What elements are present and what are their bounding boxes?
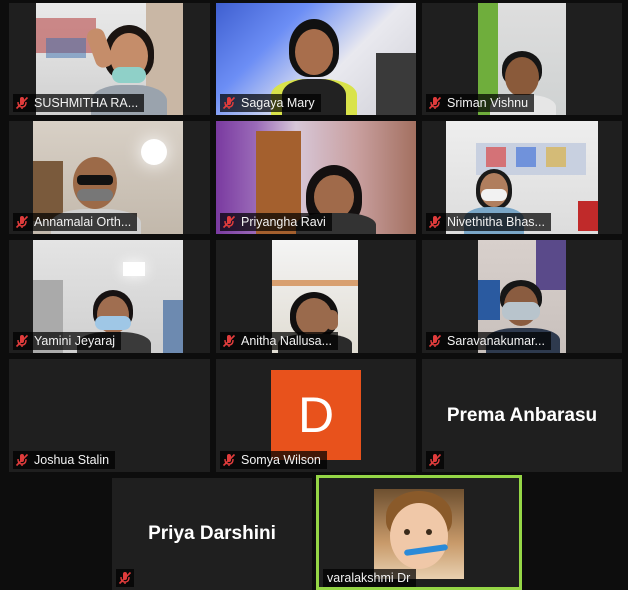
participant-tile[interactable]: Joshua Stalin: [9, 359, 210, 472]
participant-tile[interactable]: Annamalai Orth...: [9, 121, 210, 234]
participant-nameplate: Nivethitha Bhas...: [426, 213, 551, 231]
participant-name: SUSHMITHA RA...: [34, 96, 139, 110]
microphone-muted-icon: [222, 453, 236, 467]
participant-nameplate: Priyangha Ravi: [220, 213, 332, 231]
participant-nameplate: Anitha Nallusa...: [220, 332, 339, 350]
participant-name: Saravanakumar...: [447, 334, 545, 348]
avatar: D: [271, 370, 361, 460]
profile-picture: [374, 489, 464, 579]
participant-nameplate: Joshua Stalin: [13, 451, 116, 469]
participant-name: Nivethitha Bhas...: [447, 215, 545, 229]
microphone-muted-icon: [222, 215, 236, 229]
participant-tile-active-speaker[interactable]: varalakshmi Dr: [316, 475, 522, 590]
microphone-muted-icon: [222, 334, 236, 348]
participant-display-name: Priya Darshini: [148, 523, 276, 544]
participant-name: Priyangha Ravi: [241, 215, 326, 229]
participant-nameplate: [426, 451, 444, 469]
participant-nameplate: varalakshmi Dr: [323, 569, 417, 587]
participant-nameplate: SUSHMITHA RA...: [13, 94, 145, 112]
participant-tile[interactable]: Nivethitha Bhas...: [422, 121, 622, 234]
participant-nameplate: Saravanakumar...: [426, 332, 551, 350]
microphone-muted-icon: [428, 334, 442, 348]
participant-tile[interactable]: Prema Anbarasu: [422, 359, 622, 472]
participant-tile[interactable]: Priya Darshini: [112, 478, 312, 590]
microphone-muted-icon: [15, 334, 29, 348]
microphone-muted-icon: [15, 96, 29, 110]
participant-name: Sagaya Mary: [241, 96, 315, 110]
participant-name: varalakshmi Dr: [327, 571, 411, 585]
microphone-muted-icon: [428, 453, 442, 467]
participant-nameplate: Sagaya Mary: [220, 94, 321, 112]
participant-tile[interactable]: Sriman Vishnu: [422, 3, 622, 115]
microphone-muted-icon: [15, 215, 29, 229]
participant-nameplate: [116, 569, 134, 587]
participant-nameplate: Annamalai Orth...: [13, 213, 138, 231]
participant-name: Yamini Jeyaraj: [34, 334, 116, 348]
participant-tile[interactable]: Priyangha Ravi: [216, 121, 416, 234]
participant-nameplate: Somya Wilson: [220, 451, 327, 469]
participant-tile[interactable]: Yamini Jeyaraj: [9, 240, 210, 353]
participant-name: Sriman Vishnu: [447, 96, 529, 110]
microphone-muted-icon: [118, 571, 132, 585]
participant-display-name: Prema Anbarasu: [446, 404, 598, 426]
participant-name: Somya Wilson: [241, 453, 321, 467]
microphone-muted-icon: [428, 215, 442, 229]
participant-tile[interactable]: D Somya Wilson: [216, 359, 416, 472]
microphone-muted-icon: [222, 96, 236, 110]
participant-name: Joshua Stalin: [34, 453, 110, 467]
participant-tile[interactable]: Saravanakumar...: [422, 240, 622, 353]
microphone-muted-icon: [15, 453, 29, 467]
participant-name: Anitha Nallusa...: [241, 334, 333, 348]
participant-tile[interactable]: SUSHMITHA RA...: [9, 3, 210, 115]
participant-tile[interactable]: Sagaya Mary: [216, 3, 416, 115]
participant-nameplate: Sriman Vishnu: [426, 94, 535, 112]
microphone-muted-icon: [428, 96, 442, 110]
participant-name: Annamalai Orth...: [34, 215, 132, 229]
participant-tile[interactable]: Anitha Nallusa...: [216, 240, 416, 353]
participant-nameplate: Yamini Jeyaraj: [13, 332, 122, 350]
